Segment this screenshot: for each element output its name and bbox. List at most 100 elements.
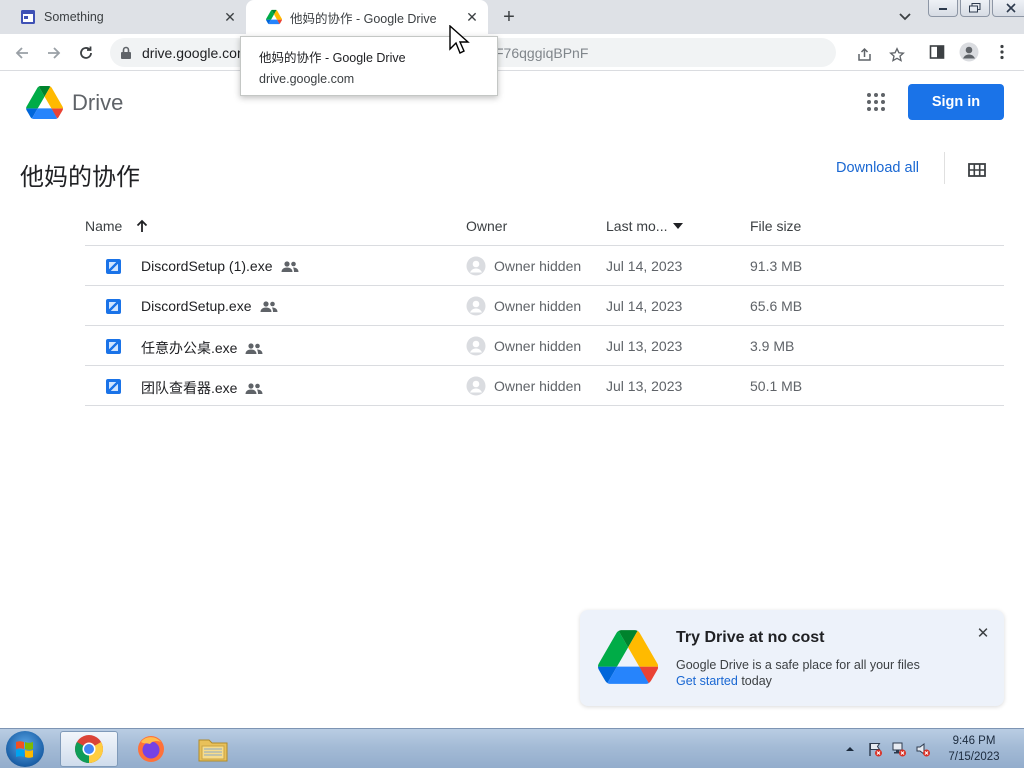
windows-logo-icon	[16, 741, 33, 758]
lock-icon[interactable]	[120, 46, 132, 60]
taskbar-firefox[interactable]	[122, 731, 180, 767]
maximize-window-button[interactable]	[960, 0, 990, 17]
folder-icon	[198, 739, 228, 762]
clock-date: 7/15/2023	[948, 751, 1000, 763]
sort-ascending-arrow-icon[interactable]	[136, 219, 148, 233]
file-name: 任意办公桌.exe	[141, 340, 238, 356]
executable-file-icon	[106, 339, 121, 354]
profile-avatar-icon[interactable]	[959, 42, 979, 62]
close-tab-icon[interactable]: ✕	[462, 7, 482, 27]
promo-description: Google Drive is a safe place for all you…	[676, 658, 920, 672]
action-center-flag-icon[interactable]	[867, 741, 883, 757]
last-modified: Jul 13, 2023	[606, 378, 683, 394]
column-header-owner[interactable]: Owner	[466, 218, 507, 234]
file-name: DiscordSetup (1).exe	[141, 258, 273, 274]
owner-name: Owner hidden	[494, 258, 582, 274]
download-all-button[interactable]: Download all	[836, 160, 919, 176]
side-panel-icon[interactable]	[927, 42, 947, 62]
file-name: 团队查看器.exe	[141, 380, 238, 396]
header-divider	[944, 152, 945, 184]
windows-start-button[interactable]	[6, 731, 44, 767]
browser-tab-strip: Something ✕ 他妈的协作 - Google Drive ✕ +	[0, 0, 1024, 34]
forward-arrow-icon[interactable]	[42, 41, 66, 65]
reload-icon[interactable]	[74, 41, 98, 65]
shared-people-icon	[260, 300, 278, 312]
taskbar-file-explorer[interactable]	[184, 731, 242, 767]
table-row[interactable]: 团队查看器.exe Owner hidden Jul 13, 2023 50.1…	[85, 366, 1004, 406]
owner-avatar-icon	[466, 256, 486, 276]
drive-favicon-icon	[266, 9, 282, 25]
google-drive-logo-icon	[598, 630, 658, 684]
browser-toolbar: drive.google.com F76qggiqBPnF	[0, 34, 1024, 71]
executable-file-icon	[106, 299, 121, 314]
network-icon[interactable]	[891, 741, 907, 757]
close-window-button[interactable]	[992, 0, 1024, 17]
column-owner-label: Owner	[466, 218, 508, 234]
last-modified: Jul 14, 2023	[606, 258, 683, 274]
clock-time: 9:46 PM	[952, 735, 996, 747]
last-modified: Jul 13, 2023	[606, 338, 683, 354]
new-tab-button[interactable]: +	[496, 5, 522, 29]
mouse-cursor-icon	[449, 25, 470, 54]
file-size: 3.9 MB	[750, 338, 795, 354]
file-size: 91.3 MB	[750, 258, 803, 274]
table-row[interactable]: DiscordSetup.exe Owner hidden Jul 14, 20…	[85, 286, 1004, 326]
chrome-menu-icon[interactable]	[992, 42, 1012, 62]
calendar-favicon-icon	[21, 10, 35, 24]
taskbar-clock[interactable]: 9:46 PM 7/15/2023	[944, 733, 1004, 765]
last-modified: Jul 14, 2023	[606, 298, 683, 314]
sort-dropdown-arrow-icon[interactable]	[673, 223, 684, 229]
bookmark-star-icon[interactable]	[889, 47, 905, 63]
minimize-window-button[interactable]	[928, 0, 958, 17]
promo-cta-line: Get started today	[676, 674, 772, 688]
firefox-icon	[138, 736, 164, 762]
tab-title: Something	[44, 10, 104, 24]
executable-file-icon	[106, 259, 121, 274]
folder-title: 他妈的协作	[20, 164, 140, 191]
shared-people-icon	[245, 342, 263, 354]
owner-avatar-icon	[466, 336, 486, 356]
column-size-label: File size	[750, 218, 802, 234]
tooltip-url: drive.google.com	[259, 72, 355, 86]
column-name-label: Name	[85, 218, 123, 234]
get-started-link[interactable]: Get started	[676, 674, 738, 688]
grid-view-icon[interactable]	[968, 162, 986, 178]
chrome-icon	[75, 735, 103, 763]
table-row[interactable]: 任意办公桌.exe Owner hidden Jul 13, 2023 3.9 …	[85, 326, 1004, 366]
share-icon[interactable]	[857, 47, 873, 63]
show-hidden-icons-arrow-icon[interactable]	[845, 745, 855, 753]
volume-muted-icon[interactable]	[915, 741, 931, 757]
url-path: F76qggiqBPnF	[495, 45, 589, 61]
tab-title: 他妈的协作 - Google Drive	[290, 11, 437, 26]
file-size: 50.1 MB	[750, 378, 803, 394]
drive-brand-title[interactable]: Drive	[72, 90, 123, 116]
google-drive-logo[interactable]	[26, 86, 63, 119]
close-tab-icon[interactable]: ✕	[220, 7, 240, 27]
tab-something[interactable]: Something ✕	[0, 0, 246, 34]
promo-cta-rest: today	[737, 674, 772, 688]
column-header-last-modified[interactable]: Last mo...	[606, 218, 684, 234]
file-name: DiscordSetup.exe	[141, 298, 252, 314]
window-controls	[928, 0, 1024, 17]
system-tray	[845, 729, 931, 768]
table-row[interactable]: DiscordSetup (1).exe Owner hidden Jul 14…	[85, 246, 1004, 286]
column-modified-label: Last mo...	[606, 218, 668, 234]
taskbar-chrome[interactable]	[60, 731, 118, 767]
google-apps-grid-icon[interactable]	[866, 92, 886, 112]
shared-people-icon	[245, 382, 263, 394]
url-host: drive.google.com	[142, 45, 249, 61]
column-header-file-size[interactable]: File size	[750, 218, 801, 234]
tab-search-chevron-icon[interactable]	[893, 7, 917, 27]
close-promo-icon[interactable]: ✕	[974, 624, 992, 642]
windows-taskbar: 9:46 PM 7/15/2023	[0, 728, 1024, 768]
owner-name: Owner hidden	[494, 338, 582, 354]
promo-title: Try Drive at no cost	[676, 629, 825, 646]
owner-avatar-icon	[466, 376, 486, 396]
owner-avatar-icon	[466, 296, 486, 316]
shared-people-icon	[281, 260, 299, 272]
column-header-name[interactable]: Name	[85, 218, 148, 234]
executable-file-icon	[106, 379, 121, 394]
back-arrow-icon[interactable]	[10, 41, 34, 65]
sign-in-button[interactable]: Sign in	[908, 84, 1004, 120]
owner-name: Owner hidden	[494, 298, 582, 314]
